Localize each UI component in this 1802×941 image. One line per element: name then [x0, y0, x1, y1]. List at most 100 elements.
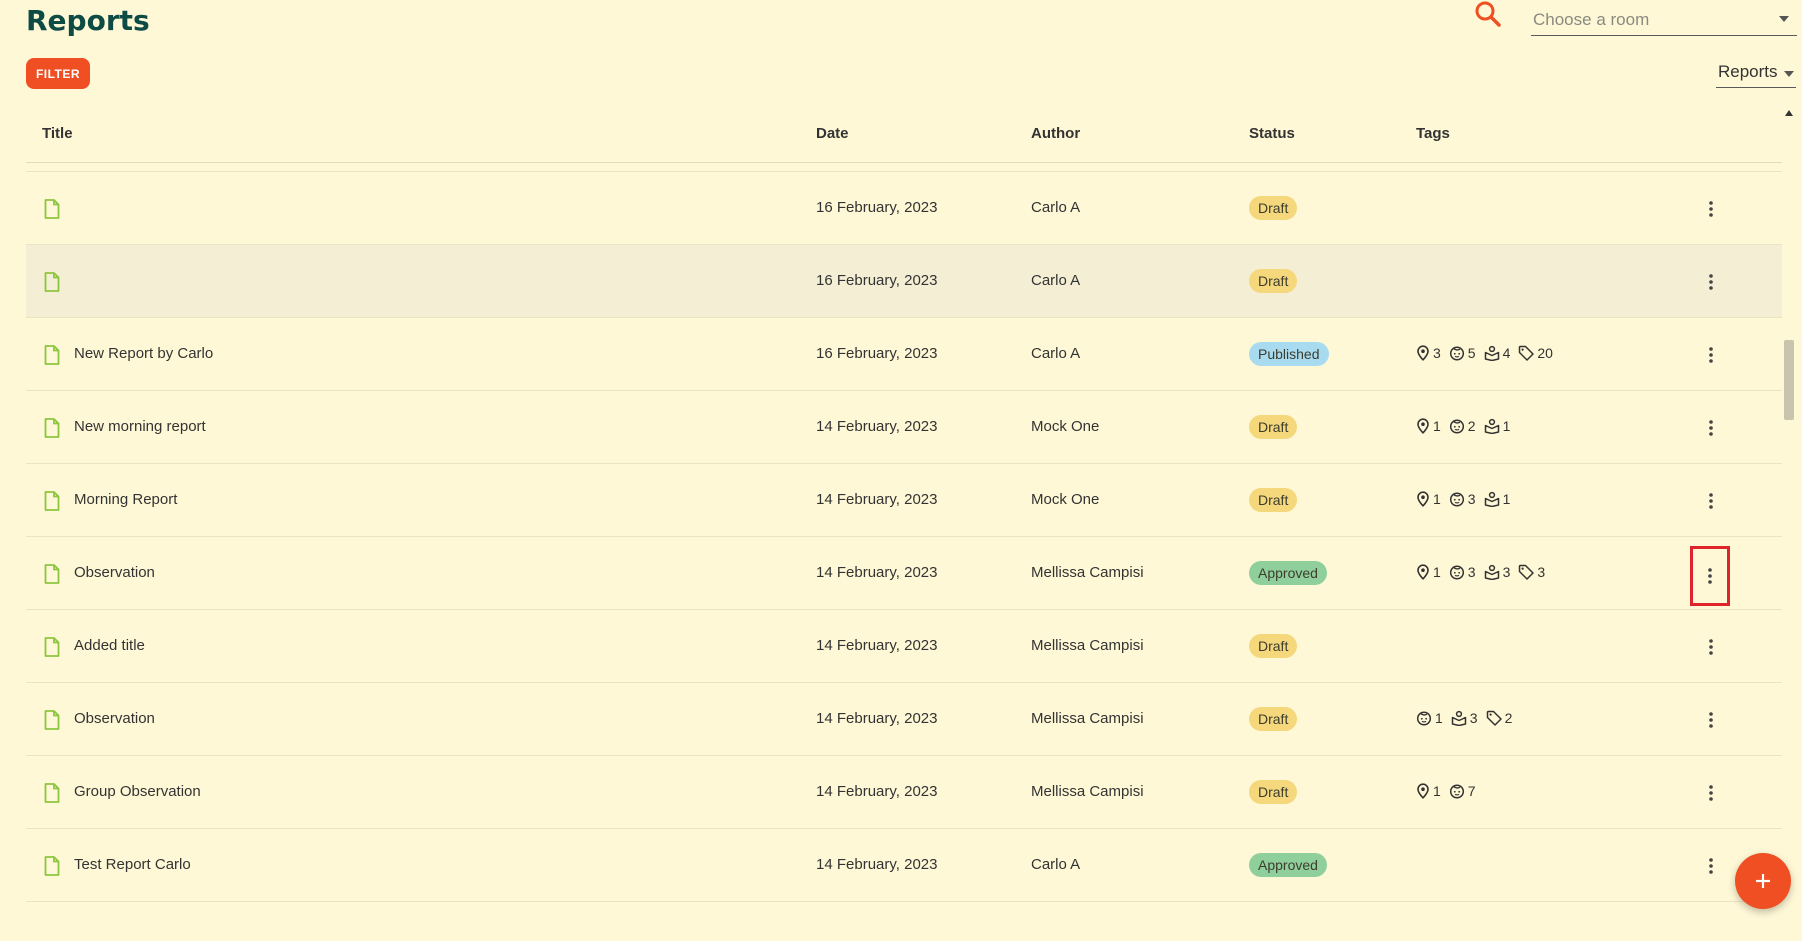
child-face-icon: [1449, 783, 1465, 799]
tag-summary: 17: [1416, 783, 1476, 799]
tag-count-value: 1: [1502, 491, 1511, 507]
status-badge: Approved: [1249, 853, 1327, 877]
document-icon: [44, 783, 60, 808]
report-author: Mellissa Campisi: [1031, 637, 1144, 654]
more-options-icon[interactable]: [1697, 705, 1725, 735]
report-title: Observation: [74, 710, 155, 727]
report-title: Test Report Carlo: [74, 856, 191, 873]
tag-count: 1: [1484, 491, 1511, 507]
more-options-icon[interactable]: [1697, 194, 1725, 224]
table-row[interactable]: New morning report 14 February, 2023 Mock …: [26, 391, 1782, 464]
status-badge: Draft: [1249, 269, 1298, 293]
table-row[interactable]: New Report by Carlo 16 February, 2023 Carl…: [26, 318, 1782, 391]
report-author: Mellissa Campisi: [1031, 710, 1144, 727]
report-date: 16 February, 2023: [816, 199, 938, 216]
document-icon: [44, 856, 60, 881]
vertical-scrollbar[interactable]: [1782, 108, 1796, 941]
chevron-down-icon: [1779, 16, 1789, 22]
location-pin-icon: [1416, 783, 1430, 799]
tag-count-value: 1: [1433, 783, 1441, 799]
document-icon: [44, 491, 60, 516]
reports-table: 16 February, 2023 Carlo A Draft 16 February…: [26, 108, 1782, 941]
child-face-icon: [1416, 710, 1432, 726]
plus-icon: [1756, 874, 1770, 888]
status-badge: Draft: [1249, 415, 1298, 439]
child-face-icon: [1449, 564, 1465, 580]
column-header-title[interactable]: Title: [42, 125, 73, 142]
tag-count: 20: [1518, 345, 1553, 361]
scrollbar-thumb[interactable]: [1784, 340, 1794, 420]
status-badge: Published: [1249, 342, 1329, 366]
more-options-icon[interactable]: [1697, 413, 1725, 443]
more-options-icon[interactable]: [1697, 851, 1725, 881]
column-header-status[interactable]: Status: [1249, 125, 1295, 142]
report-author: Mellissa Campisi: [1031, 564, 1144, 581]
child-face-icon: [1449, 345, 1465, 361]
child-face-icon: [1449, 491, 1465, 507]
report-date: 14 February, 2023: [816, 856, 938, 873]
filter-button[interactable]: FILTER: [26, 58, 90, 89]
tag-count: 1: [1484, 418, 1511, 434]
tag-count-value: 5: [1467, 345, 1476, 361]
more-options-icon[interactable]: [1697, 267, 1725, 297]
tag-count-value: 3: [1469, 710, 1478, 726]
report-date: 14 February, 2023: [816, 491, 938, 508]
report-title: Observation: [74, 564, 155, 581]
more-options-icon[interactable]: [1697, 340, 1725, 370]
tag-icon: [1518, 345, 1535, 361]
tag-summary: 1 3 2: [1416, 710, 1512, 726]
scroll-up-arrow[interactable]: [1785, 110, 1793, 116]
tag-count-value: 1: [1433, 564, 1441, 580]
room-select[interactable]: Choose a room: [1531, 6, 1797, 36]
table-row[interactable]: Added title 14 February, 2023 Mellissa Cam…: [26, 610, 1782, 683]
tag-icon: [1518, 564, 1535, 580]
search-button[interactable]: [1472, 0, 1506, 34]
more-options-icon[interactable]: [1697, 778, 1725, 808]
table-row[interactable]: Group Observation 14 February, 2023 Mellis…: [26, 756, 1782, 829]
document-icon: [44, 199, 60, 224]
tag-count-value: 4: [1502, 345, 1511, 361]
report-date: 14 February, 2023: [816, 710, 938, 727]
chevron-down-icon: [1784, 71, 1794, 77]
column-header-tags[interactable]: Tags: [1416, 125, 1450, 142]
status-badge: Draft: [1249, 780, 1298, 804]
tag-count: 3: [1416, 345, 1441, 361]
more-options-icon[interactable]: [1690, 546, 1730, 606]
column-header-date[interactable]: Date: [816, 125, 849, 142]
add-report-button[interactable]: [1735, 853, 1791, 909]
tag-count: 4: [1484, 345, 1511, 361]
report-author: Carlo A: [1031, 199, 1081, 216]
learning-area-icon: [1451, 710, 1467, 726]
tag-count: 2: [1449, 418, 1476, 434]
table-row[interactable]: Test Report Carlo 14 February, 2023 Carlo …: [26, 829, 1782, 902]
room-select-placeholder: Choose a room: [1533, 10, 1650, 29]
tag-count-value: 1: [1433, 491, 1441, 507]
report-author: Mock One: [1031, 418, 1100, 435]
tag-count: 3: [1484, 564, 1511, 580]
more-options-icon[interactable]: [1697, 486, 1725, 516]
table-row[interactable]: 16 February, 2023 Carlo A Draft: [26, 245, 1782, 318]
tag-count-value: 3: [1502, 564, 1511, 580]
tag-count: 1: [1416, 491, 1441, 507]
table-row[interactable]: Morning Report 14 February, 2023 Mock One D…: [26, 464, 1782, 537]
column-header-author[interactable]: Author: [1031, 125, 1080, 142]
table-row[interactable]: Observation 14 February, 2023 Mellissa Cam…: [26, 683, 1782, 756]
report-date: 16 February, 2023: [816, 345, 938, 362]
more-options-icon[interactable]: [1697, 632, 1725, 662]
view-select[interactable]: Reports: [1716, 58, 1796, 88]
table-row[interactable]: Observation 14 February, 2023 Mellissa Cam…: [26, 537, 1782, 610]
status-badge: Draft: [1249, 707, 1298, 731]
tag-count-value: 3: [1433, 345, 1441, 361]
report-author: Carlo A: [1031, 272, 1081, 289]
view-select-label: Reports: [1718, 62, 1778, 81]
child-face-icon: [1449, 418, 1465, 434]
tag-count-value: 1: [1433, 418, 1441, 434]
tag-summary: 1 3 3 3: [1416, 564, 1545, 580]
learning-area-icon: [1484, 491, 1500, 507]
tag-count: 3: [1449, 491, 1476, 507]
report-title: New morning report: [74, 418, 206, 435]
table-row[interactable]: 16 February, 2023 Carlo A Draft: [26, 172, 1782, 245]
table-header: Title Date Author Status Tags: [26, 108, 1782, 163]
search-icon: [1475, 1, 1501, 27]
tag-count-value: 1: [1502, 418, 1511, 434]
